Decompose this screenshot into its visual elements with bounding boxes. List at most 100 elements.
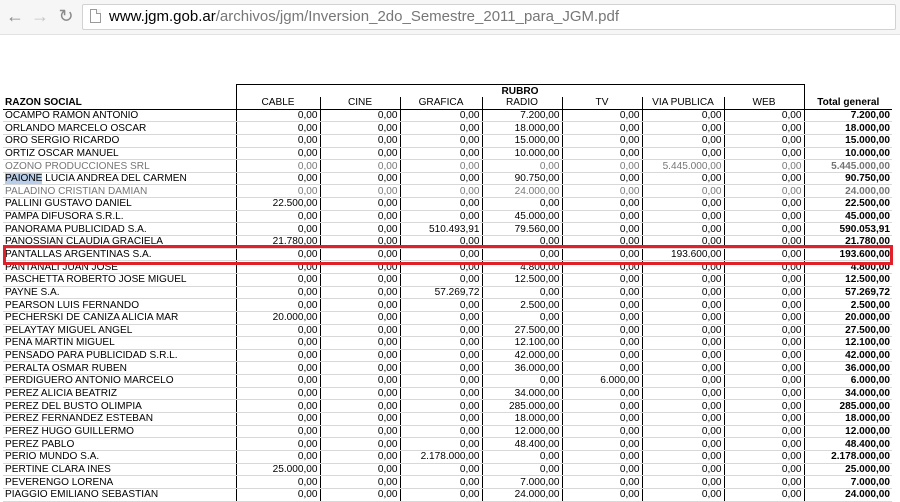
cell-value: 0,00 — [641, 109, 724, 123]
cell-value: 0,00 — [723, 172, 805, 186]
cell-razon-social: PANORAMA PUBLICIDAD S.A. — [3, 222, 236, 237]
table-row: PELAYTAY MIGUEL ANGEL 0,00 0,00 0,00 27.500,… — [3, 324, 893, 338]
cell-value: 0,00 — [399, 134, 482, 148]
table-row: PANTALLAS ARGENTINAS S.A. 0,00 0,00 0,00 0,0… — [3, 248, 893, 262]
cell-value: 0,00 — [399, 210, 482, 224]
cell-value: 0,00 — [319, 349, 400, 363]
cell-value: 0,00 — [399, 197, 482, 211]
cell-value: 0,00 — [319, 463, 400, 477]
cell-total: 24.000,00 — [803, 184, 893, 199]
cell-value: 0,00 — [723, 134, 805, 148]
cell-value: 0,00 — [235, 210, 320, 224]
cell-value: 2.178.000,00 — [399, 450, 482, 464]
cell-value: 0,00 — [641, 147, 724, 161]
group-header-rubro: RUBRO — [235, 84, 805, 97]
cell-value: 0,00 — [561, 387, 642, 401]
cell-value: 0,00 — [561, 210, 642, 224]
cell-razon-social: OZONO PRODUCCIONES SRL — [3, 159, 236, 173]
cell-value: 0,00 — [399, 147, 482, 161]
cell-value: 0,00 — [723, 336, 805, 350]
column-header-tv: TV — [561, 97, 642, 110]
cell-value: 0,00 — [641, 324, 724, 338]
cell-value: 0,00 — [319, 273, 400, 287]
table-row: OCAMPO RAMON ANTONIO 0,00 0,00 0,00 7.200,00… — [3, 109, 893, 123]
cell-total: 4.800,00 — [803, 260, 893, 274]
cell-value: 0,00 — [235, 260, 320, 274]
cell-value: 21.780,00 — [235, 235, 320, 249]
cell-value: 0,00 — [399, 349, 482, 363]
column-header-grafica: GRAFICA — [399, 97, 482, 110]
cell-value: 0,00 — [641, 361, 724, 376]
cell-value: 0,00 — [235, 361, 320, 376]
reload-icon[interactable]: ↻ — [56, 6, 76, 26]
cell-value: 5.445.000,00 — [641, 159, 724, 173]
cell-value: 0,00 — [399, 159, 482, 173]
cell-value: 0,00 — [641, 197, 724, 211]
column-header-cable: CABLE — [235, 97, 320, 110]
address-url[interactable]: www.jgm.gob.ar/archivos/jgm/Inversion_2d… — [109, 7, 619, 27]
cell-value: 0,00 — [481, 197, 562, 211]
cell-value: 0,00 — [723, 311, 805, 325]
cell-value: 0,00 — [641, 336, 724, 350]
cell-value: 0,00 — [723, 387, 805, 401]
cell-value: 0,00 — [561, 197, 642, 211]
cell-value: 0,00 — [481, 463, 562, 477]
cell-value: 2.500,00 — [481, 298, 562, 312]
cell-value: 0,00 — [399, 311, 482, 325]
forward-arrow-icon[interactable]: → — [30, 6, 50, 26]
cell-value: 20.000,00 — [235, 311, 320, 325]
cell-value: 45.000,00 — [481, 210, 562, 224]
address-bar[interactable]: www.jgm.gob.ar/archivos/jgm/Inversion_2d… — [82, 4, 896, 30]
cell-value: 36.000,00 — [481, 361, 562, 376]
cell-value: 0,00 — [399, 260, 482, 274]
back-arrow-icon[interactable]: ← — [5, 6, 25, 26]
cell-value: 0,00 — [319, 121, 400, 135]
cell-value: 0,00 — [481, 450, 562, 464]
cell-value: 0,00 — [723, 286, 805, 300]
cell-value: 0,00 — [319, 159, 400, 173]
cell-value: 0,00 — [723, 184, 805, 199]
cell-value: 0,00 — [319, 311, 400, 325]
cell-value: 510.493,91 — [399, 222, 482, 237]
cell-value: 0,00 — [319, 336, 400, 350]
cell-total: 25.000,00 — [803, 463, 893, 477]
cell-razon-social: PELAYTAY MIGUEL ANGEL — [3, 324, 236, 338]
cell-value: 0,00 — [723, 463, 805, 477]
cell-value: 0,00 — [481, 248, 562, 262]
cell-value: 0,00 — [561, 159, 642, 173]
cell-value: 0,00 — [723, 273, 805, 287]
cell-value: 0,00 — [561, 361, 642, 376]
browser-toolbar: ← → ↻ www.jgm.gob.ar/archivos/jgm/Invers… — [0, 0, 900, 35]
cell-value: 0,00 — [319, 412, 400, 426]
cell-value: 0,00 — [723, 374, 805, 388]
cell-value: 0,00 — [235, 450, 320, 464]
cell-value: 0,00 — [481, 235, 562, 249]
cell-value: 22.500,00 — [235, 197, 320, 211]
cell-value: 0,00 — [723, 488, 805, 502]
cell-value: 0,00 — [481, 311, 562, 325]
cell-value: 0,00 — [481, 374, 562, 388]
cell-value: 0,00 — [235, 109, 320, 123]
cell-value: 0,00 — [561, 311, 642, 325]
cell-value: 0,00 — [561, 463, 642, 477]
table-row: PALLINI GUSTAVO DANIEL 22.500,00 0,00 0,00 0… — [3, 197, 893, 211]
cell-value: 24.000,00 — [481, 488, 562, 502]
cell-razon-social: ORLANDO MARCELO OSCAR — [3, 121, 236, 135]
cell-value: 12.500,00 — [481, 273, 562, 287]
table-row: PERALTA OSMAR RUBEN 0,00 0,00 0,00 36.000,00… — [3, 361, 893, 376]
cell-value: 0,00 — [399, 336, 482, 350]
cell-value: 0,00 — [723, 121, 805, 135]
cell-razon-social: PANTANALI JUAN JOSE — [3, 260, 236, 274]
cell-razon-social: PIAGGIO EMILIANO SEBASTIAN — [3, 488, 236, 502]
cell-value: 0,00 — [561, 172, 642, 186]
cell-value: 0,00 — [319, 286, 400, 300]
cell-value: 0,00 — [641, 235, 724, 249]
cell-value: 0,00 — [319, 437, 400, 451]
cell-value: 0,00 — [641, 387, 724, 401]
cell-value: 57.269,72 — [399, 286, 482, 300]
cell-value: 12.100,00 — [481, 336, 562, 350]
cell-total: 12.000,00 — [803, 425, 893, 439]
cell-value: 18.000,00 — [481, 412, 562, 426]
cell-value: 0,00 — [399, 387, 482, 401]
cell-value: 0,00 — [399, 184, 482, 199]
